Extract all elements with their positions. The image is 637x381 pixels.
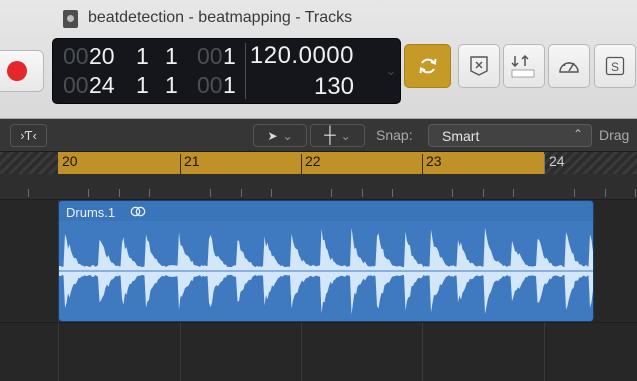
- metronome-icon: [559, 62, 579, 73]
- ruler-beat-tick: [392, 189, 394, 197]
- audio-region[interactable]: Drums.1: [58, 200, 594, 322]
- pointer-tool-menu[interactable]: ➤ ⌄: [253, 124, 307, 147]
- ruler-beat-tick: [149, 189, 151, 197]
- pointer-tool-icon: ➤: [267, 128, 278, 143]
- bar-number: 23: [426, 153, 442, 169]
- record-button[interactable]: [0, 50, 44, 92]
- filter-icon: ›Ƭ‹: [20, 128, 37, 143]
- solo-button[interactable]: S: [594, 44, 636, 88]
- crosshair-tool-icon: ┼: [324, 126, 336, 144]
- tempo-secondary-value[interactable]: 130: [314, 73, 354, 101]
- chevron-down-icon: ⌄: [282, 128, 293, 143]
- doc-icon: [63, 10, 78, 28]
- tracks-control-bar: ›Ƭ‹ ➤ ⌄ ┼ ⌄ Snap: Smart ⌃ Drag: [0, 119, 637, 152]
- waveform-lower: [59, 271, 593, 315]
- solo-icon: S: [605, 56, 625, 76]
- bar-number: 21: [184, 153, 200, 169]
- metronome-button[interactable]: [548, 44, 590, 88]
- chevron-down-icon: ⌄: [340, 128, 351, 143]
- window-title: beatdetection - beatmapping - Tracks: [88, 9, 353, 26]
- bar-number: 22: [305, 153, 321, 169]
- ruler-beat-tick: [28, 189, 29, 197]
- loop-icon: [130, 206, 146, 217]
- ruler-beat-tick: [240, 189, 242, 197]
- ruler-beat-tick: [118, 189, 120, 197]
- cycle-icon: [419, 58, 436, 74]
- title-bar: beatdetection - beatmapping - Tracks 00 …: [0, 0, 637, 119]
- record-icon: [7, 61, 27, 81]
- ruler-beat-tick: [271, 189, 273, 197]
- bar-number: 24: [549, 153, 565, 169]
- ruler-beat-tick: [635, 189, 637, 197]
- lcd-divider: [245, 43, 246, 99]
- tuner-icon: [511, 54, 535, 78]
- bar-tick: [422, 154, 423, 174]
- bar-tick: [180, 154, 181, 174]
- cycle-button[interactable]: [404, 44, 451, 88]
- ruler-beat-tick: [604, 189, 606, 197]
- bar-number: 20: [62, 153, 78, 169]
- lcd-display[interactable]: 00 20 1 1 00 1 00 24 1 1 00 1 120.0000 1…: [52, 38, 401, 104]
- region-name: Drums.1: [66, 205, 116, 220]
- lcd-chevron-down-icon[interactable]: ⌄: [385, 62, 397, 79]
- ruler-beat-tick: [574, 189, 576, 197]
- ruler-beat-tick: [361, 189, 363, 197]
- ruler-beat-tick: [331, 189, 333, 197]
- track-separator: [0, 322, 637, 323]
- tempo-value[interactable]: 120.0000: [250, 42, 354, 70]
- ruler-beat-tick: [452, 189, 454, 197]
- tuner-button[interactable]: [503, 44, 545, 88]
- select-arrows-icon: ⌃: [572, 127, 583, 141]
- bar-tick: [544, 154, 545, 174]
- snap-label: Snap:: [376, 127, 413, 143]
- ruler-beat-tick: [513, 189, 515, 197]
- snap-select[interactable]: Smart ⌃: [428, 124, 592, 147]
- svg-text:S: S: [611, 60, 619, 74]
- drag-label: Drag: [599, 127, 630, 143]
- region-header[interactable]: Drums.1: [59, 201, 593, 221]
- replace-icon: [470, 56, 488, 76]
- ruler-beat-tick: [88, 189, 90, 197]
- secondary-tool-menu[interactable]: ┼ ⌄: [310, 124, 365, 147]
- ruler-beat-lane[interactable]: [0, 174, 637, 200]
- waveform-upper: [59, 227, 593, 271]
- replace-button[interactable]: [458, 44, 500, 88]
- ruler-beat-tick: [482, 189, 484, 197]
- snap-value: Smart: [442, 128, 480, 144]
- filter-button[interactable]: ›Ƭ‹: [10, 124, 47, 147]
- waveform: [59, 227, 593, 315]
- bar-tick: [301, 154, 302, 174]
- ruler-beat-tick: [210, 189, 212, 197]
